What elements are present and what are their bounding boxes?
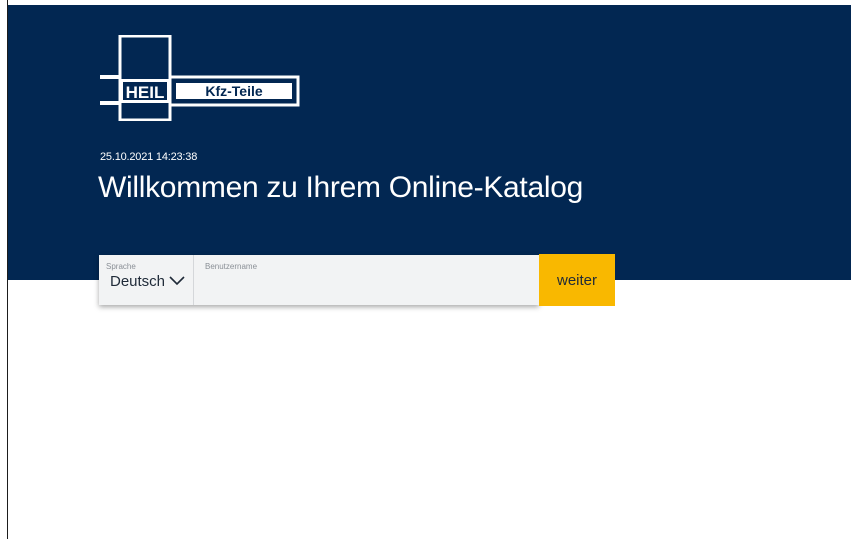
heil-kfz-teile-logo: HEIL Kfz-Teile [100, 35, 300, 121]
logo-sub-text: Kfz-Teile [205, 83, 263, 99]
username-input[interactable] [204, 275, 528, 299]
language-select[interactable]: Sprache Deutsch [99, 255, 194, 305]
logo-main-text: HEIL [126, 83, 165, 102]
continue-button[interactable]: weiter [539, 254, 615, 306]
current-datetime: 25.10.2021 14:23:38 [100, 151, 198, 163]
username-label: Benutzername [205, 262, 258, 271]
language-label: Sprache [106, 262, 136, 271]
language-value: Deutsch [110, 273, 166, 290]
username-field-wrapper: Benutzername [194, 255, 539, 305]
page-title: Willkommen zu Ihrem Online-Katalog [98, 171, 583, 204]
header-banner: HEIL Kfz-Teile 25.10.2021 14:23:38 Willk… [8, 5, 851, 280]
login-form: Sprache Deutsch Benutzername [99, 255, 539, 305]
chevron-down-icon[interactable] [169, 275, 185, 287]
window-left-border [0, 0, 8, 539]
